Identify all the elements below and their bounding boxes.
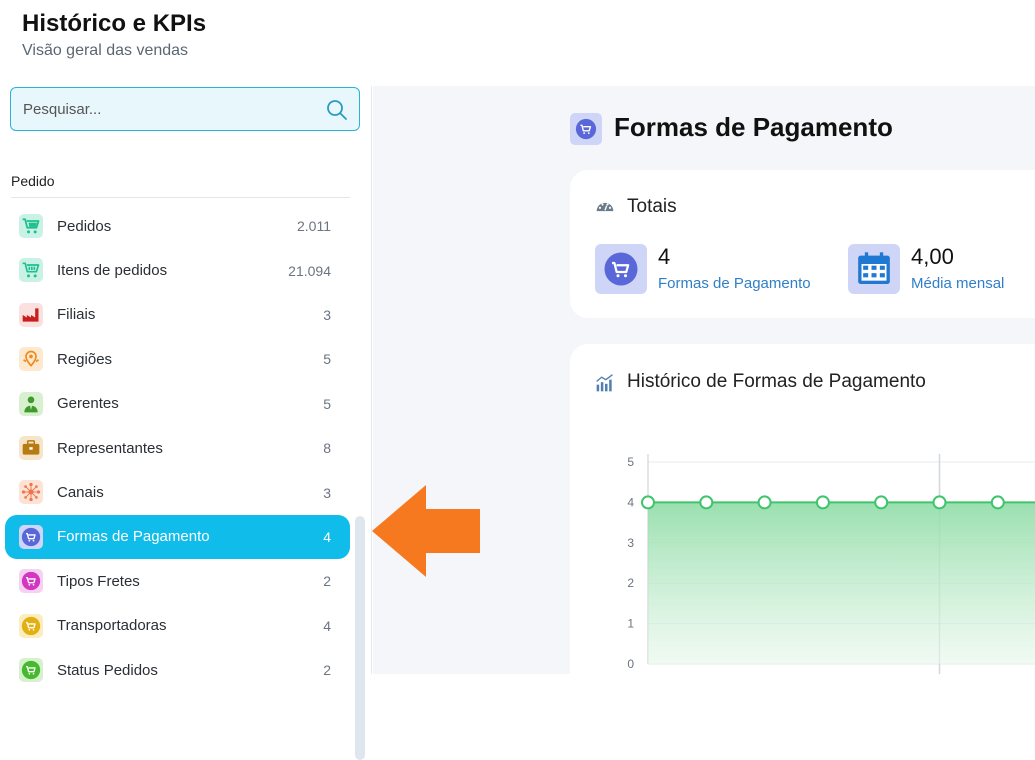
sidebar-menu: Pedidos 2.011 Itens de pedidos 21.094 Filiai… — [5, 204, 350, 692]
historico-card: Histórico de Formas de Pagamento 012345 — [570, 344, 1035, 674]
y-tick-label: 0 — [627, 657, 634, 671]
network-icon — [19, 480, 43, 505]
sidebar-item-representantes[interactable]: Representantes 8 — [5, 426, 350, 470]
totais-card: Totais 4 Formas de Pagamento 4,00 Média … — [570, 170, 1035, 318]
y-tick-label: 5 — [627, 455, 634, 469]
cart-icon — [19, 569, 43, 594]
sidebar-item-count: 4 — [323, 528, 331, 545]
section-divider — [11, 197, 350, 198]
y-tick-label: 1 — [627, 617, 634, 631]
sidebar-item-label: Tipos Fretes — [57, 572, 140, 590]
search-icon[interactable] — [325, 98, 349, 122]
kpi-value: 4 — [658, 244, 671, 269]
sidebar-item-count: 4 — [323, 617, 331, 634]
search-box[interactable] — [10, 87, 360, 131]
briefcase-icon — [19, 435, 43, 460]
kpi-icon-box — [848, 244, 900, 294]
sidebar-item-label: Gerentes — [57, 395, 119, 413]
sidebar-item-count: 2 — [323, 573, 331, 590]
sidebar-item-count: 2 — [323, 662, 331, 679]
data-point[interactable] — [699, 495, 714, 510]
sidebar: Pedido Pedidos 2.011 Itens de pedidos 21.09… — [0, 86, 372, 760]
data-point[interactable] — [815, 495, 830, 510]
gauge-icon — [596, 202, 614, 212]
sidebar-item-label: Regiões — [57, 350, 113, 368]
cart-icon — [19, 657, 43, 682]
sidebar-item-label: Formas de Pagamento — [57, 528, 210, 546]
sidebar-item-label: Representantes — [57, 439, 163, 457]
sidebar-item-count: 5 — [323, 395, 331, 412]
sidebar-item-filiais[interactable]: Filiais 3 — [5, 293, 350, 337]
history-chart: 0 1 2 3 4 5 — [627, 454, 1035, 674]
sidebar-item-transportadoras[interactable]: Transportadoras 4 — [5, 604, 350, 648]
data-point[interactable] — [990, 495, 1005, 510]
factory-icon — [19, 302, 43, 327]
calendar-icon — [858, 252, 890, 284]
sidebar-item-itens-de-pedidos[interactable]: Itens de pedidos 21.094 — [5, 248, 350, 292]
cart-icon — [575, 118, 597, 140]
sidebar-item-label: Status Pedidos — [57, 661, 158, 679]
sidebar-item-count: 5 — [323, 351, 331, 368]
data-point[interactable] — [932, 495, 947, 510]
cart-icon — [604, 252, 638, 286]
sidebar-item-count: 8 — [323, 440, 331, 457]
sidebar-item-formas-de-pagamento[interactable]: Formas de Pagamento 4 — [5, 514, 350, 560]
y-tick-label: 3 — [627, 536, 634, 550]
sidebar-item-label: Itens de pedidos — [57, 262, 168, 280]
page-title-icon — [570, 113, 602, 145]
app-header: Histórico e KPIs Visão geral das vendas — [0, 0, 1035, 86]
sidebar-item-pedidos[interactable]: Pedidos 2.011 — [5, 204, 350, 248]
cart-plus-icon — [19, 258, 43, 283]
data-point[interactable] — [874, 495, 889, 510]
y-tick-label: 4 — [627, 495, 634, 509]
app-subtitle: Visão geral das vendas — [22, 42, 189, 59]
data-point[interactable] — [757, 495, 772, 510]
cart-icon — [19, 524, 43, 549]
sidebar-item-count: 3 — [323, 484, 331, 501]
data-point[interactable] — [641, 495, 655, 510]
sidebar-item-tipos-fretes[interactable]: Tipos Fretes 2 — [5, 559, 350, 603]
sidebar-item-status-pedidos[interactable]: Status Pedidos 2 — [5, 648, 350, 692]
manager-icon — [19, 391, 43, 416]
kpi-caption: Formas de Pagamento — [658, 275, 811, 292]
sidebar-item-regioes[interactable]: Regiões 5 — [5, 337, 350, 381]
sidebar-scrollbar[interactable] — [355, 516, 365, 760]
sidebar-item-count: 21.094 — [288, 262, 331, 279]
series-area — [648, 502, 1035, 664]
sidebar-item-canais[interactable]: Canais 3 — [5, 470, 350, 514]
page-title: Formas de Pagamento — [614, 112, 893, 142]
sidebar-item-label: Filiais — [57, 306, 96, 324]
cart-icon — [19, 214, 43, 238]
sidebar-item-label: Transportadoras — [57, 617, 167, 635]
y-tick-label: 2 — [627, 576, 634, 590]
app-title: Histórico e KPIs — [22, 10, 207, 37]
sidebar-item-count: 3 — [323, 306, 331, 323]
sidebar-item-gerentes[interactable]: Gerentes 5 — [5, 382, 350, 426]
kpi-caption: Média mensal — [911, 275, 1005, 292]
totais-title: Totais — [627, 196, 677, 217]
kpi-value: 4,00 — [911, 244, 954, 269]
cart-icon — [19, 613, 43, 638]
main-content: Formas de Pagamento Totais 4 Formas de P… — [373, 86, 1035, 674]
arrow-left-icon — [372, 485, 480, 577]
sidebar-item-count: 2.011 — [297, 218, 331, 235]
map-pin-icon — [19, 347, 43, 372]
section-label-pedido: Pedido — [11, 173, 55, 189]
sidebar-item-label: Canais — [57, 484, 104, 502]
sidebar-item-label: Pedidos — [57, 217, 112, 235]
kpi-icon-box — [595, 244, 647, 294]
search-input[interactable] — [23, 88, 323, 130]
